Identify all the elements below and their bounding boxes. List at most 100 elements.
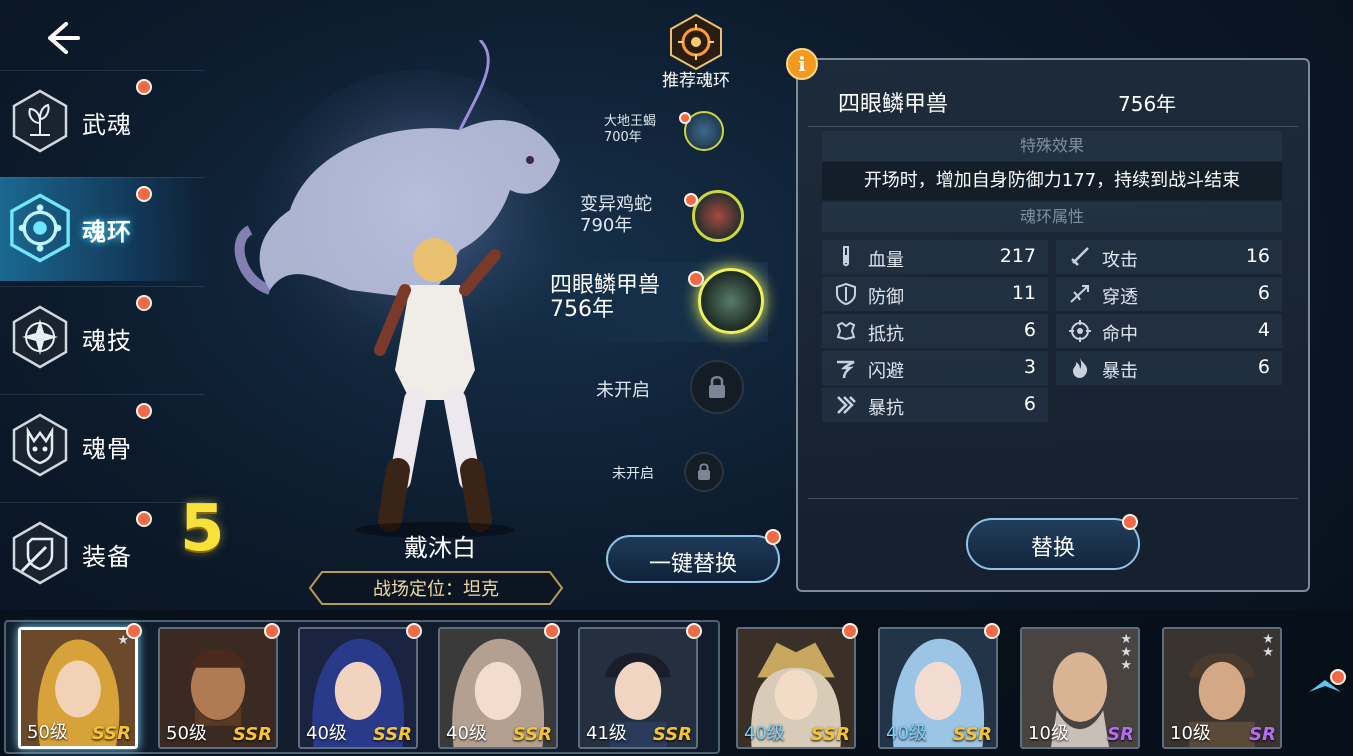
stat-label: 暴击 [1102,361,1138,382]
hero-level: 10级 [1170,723,1211,744]
notification-dot [136,186,152,202]
hero-card[interactable]: 40级 SSR [438,627,558,749]
hero-card[interactable]: ★ 50级 SSR [18,627,138,749]
dodge-wind-icon [837,360,855,379]
penetration-icon [1070,285,1089,303]
stat-crit-resist: 暴抗 6 [822,388,1048,422]
stat-label: 抵抗 [868,324,904,345]
stat-defense: 防御 11 [822,277,1048,311]
hero-card[interactable]: 40级 SSR [736,627,856,749]
soul-skill-icon [12,305,68,369]
notification-dot [679,112,691,124]
hero-card[interactable]: 40级 SSR [298,627,418,749]
menu-item-soul-skill[interactable]: 魂技 [0,286,205,390]
menu-label: 魂技 [82,327,132,355]
stat-value: 6 [1023,319,1036,341]
stat-attack: 攻击 16 [1056,240,1282,274]
resist-icon [836,321,856,341]
locked-ring-slot[interactable] [684,452,724,492]
menu-label: 魂环 [82,218,132,246]
ring-2-text[interactable]: 变异鸡蛇 790年 [580,194,652,236]
ring-1-text[interactable]: 大地王蝎 700年 [604,114,656,146]
panel-ring-name: 四眼鳞甲兽 [838,92,949,117]
hero-rank: SR [1249,724,1276,745]
hero-rank: SSR [372,724,412,745]
ring-years: 756年 [550,297,614,322]
hero-card[interactable]: 50级 SSR [158,627,278,749]
notification-dot [984,623,1000,639]
replace-label: 替换 [1030,536,1075,561]
notification-dot [126,623,142,639]
lock-icon [709,376,725,398]
panel-ring-years: 756年 [1118,92,1177,116]
ring-3-slot[interactable] [698,268,764,334]
ring-years: 700年 [603,130,642,145]
ring-name: 四眼鳞甲兽 [550,273,661,298]
stat-label: 命中 [1102,324,1138,345]
stat-label: 攻击 [1102,250,1138,271]
stat-hp: 血量 217 [822,240,1048,274]
hp-vial-icon [843,246,849,267]
hero-rank: SSR [952,724,992,745]
hero-card[interactable]: 40级 SSR [878,627,998,749]
stat-crit: 暴击 6 [1056,351,1282,385]
stat-value: 4 [1257,319,1270,341]
notification-dot [684,193,698,207]
recommend-ring-icon[interactable] [668,14,724,70]
hero-rank: SSR [810,724,850,745]
stat-hit: 命中 4 [1056,314,1282,348]
menu-item-soul-bone[interactable]: 魂骨 [0,394,205,498]
lock-icon [698,463,710,480]
hero-level: 50级 [166,723,207,744]
hero-rank: SSR [512,724,552,745]
notification-dot [406,623,422,639]
soul-ring-icon [10,193,70,263]
hit-target-icon [1069,320,1091,342]
star-icon: ★ ★ ★ [1120,632,1132,673]
hero-card[interactable]: ★ ★ 10级 SR [1162,627,1282,749]
equipment-shield-icon [12,521,68,585]
stat-label: 暴抗 [868,398,904,419]
stat-penetration: 穿透 6 [1056,277,1282,311]
crit-flame-icon [1073,358,1088,378]
menu-item-soul-ring[interactable]: 魂环 [0,177,205,281]
hero-level: 40级 [306,723,347,744]
character-name: 戴沐白 [404,534,476,562]
hero-card[interactable]: 41级 SSR [578,627,698,749]
attack-sword-icon [1071,247,1089,266]
locked-slot-label: 未开启 [596,380,650,401]
stat-label: 穿透 [1102,287,1138,308]
notification-dot [1330,669,1346,685]
ring-3-text[interactable]: 四眼鳞甲兽 756年 [550,274,660,322]
back-arrow-icon [48,22,80,54]
recommend-ring-label: 推荐魂环 [662,71,730,91]
star-icon: ★ ★ [1262,632,1274,660]
hero-card[interactable]: ★ ★ ★ 10级 SR [1020,627,1140,749]
ring-name: 大地王蝎 [603,114,656,129]
locked-ring-slot[interactable] [690,360,744,414]
divider [808,498,1298,499]
hero-level: 50级 [27,722,68,743]
notification-dot [136,511,152,527]
locked-slot-label: 未开启 [612,466,654,482]
ring-attributes-heading: 魂环属性 [822,202,1282,232]
stat-dodge: 闪避 3 [822,351,1048,385]
stat-resist: 抵抗 6 [822,314,1048,348]
hero-rank: SSR [652,724,692,745]
hero-rank: SSR [232,724,272,745]
back-button[interactable] [40,18,84,58]
menu-item-wuhun[interactable]: 武魂 [0,70,205,174]
notification-dot [1122,514,1138,530]
stat-value: 6 [1257,282,1270,304]
special-effect-heading: 特殊效果 [822,131,1282,161]
ring-2-slot[interactable] [692,190,744,242]
role-text: 战场定位：坦克 [373,579,499,600]
character-illustration[interactable] [230,40,590,540]
stat-value: 6 [1257,356,1270,378]
menu-label: 魂骨 [82,435,132,463]
menu-item-equipment[interactable]: 装备 [0,502,205,610]
one-key-replace-label: 一键替换 [648,552,737,577]
defense-shield-icon [836,282,856,306]
info-icon[interactable]: i [786,48,818,80]
stat-value: 217 [999,245,1036,267]
